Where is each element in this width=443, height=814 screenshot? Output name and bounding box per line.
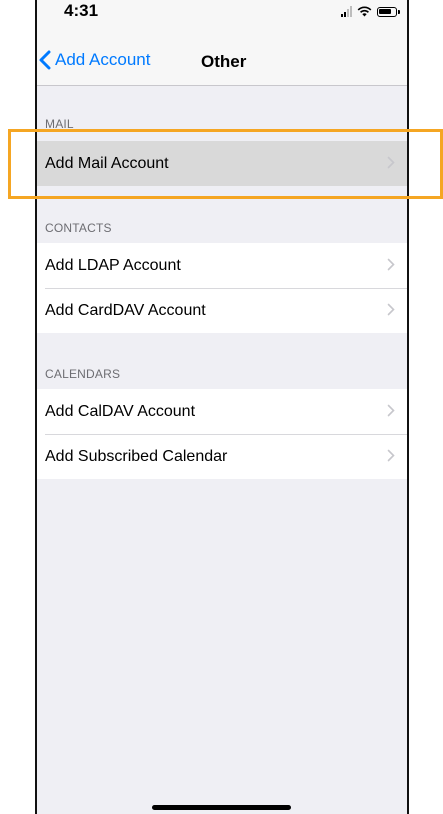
add-ldap-account-row[interactable]: Add LDAP Account — [37, 243, 407, 288]
add-mail-account-row[interactable]: Add Mail Account — [37, 141, 407, 186]
row-label: Add CalDAV Account — [45, 402, 196, 420]
row-label: Add CardDAV Account — [45, 301, 206, 319]
add-subscribed-calendar-row[interactable]: Add Subscribed Calendar — [37, 434, 407, 479]
chevron-left-icon — [39, 50, 51, 70]
row-label: Add Mail Account — [45, 154, 169, 172]
navigation-bar: Add Account Other — [37, 30, 407, 86]
mail-group: Add Mail Account — [37, 141, 407, 186]
status-bar: 4:31 — [37, 0, 407, 30]
phone-screen: 4:31 Add Account Other MAIL Add Mail Acc… — [35, 0, 409, 814]
row-label: Add Subscribed Calendar — [45, 447, 228, 465]
battery-icon — [377, 6, 400, 17]
wifi-icon — [357, 6, 372, 17]
chevron-right-icon — [387, 303, 395, 316]
add-carddav-account-row[interactable]: Add CardDAV Account — [37, 288, 407, 333]
signal-icon — [341, 6, 352, 17]
page-title: Other — [201, 52, 247, 71]
home-indicator[interactable] — [152, 805, 291, 810]
section-header-calendars: CALENDARS — [45, 367, 121, 381]
back-label: Add Account — [55, 50, 151, 69]
chevron-right-icon — [387, 258, 395, 271]
section-header-mail: MAIL — [45, 117, 74, 131]
chevron-right-icon — [387, 449, 395, 462]
add-caldav-account-row[interactable]: Add CalDAV Account — [37, 389, 407, 434]
chevron-right-icon — [387, 404, 395, 417]
status-icons — [341, 6, 400, 17]
status-time: 4:31 — [64, 1, 99, 20]
calendars-group: Add CalDAV Account Add Subscribed Calend… — [37, 389, 407, 479]
contacts-group: Add LDAP Account Add CardDAV Account — [37, 243, 407, 333]
row-label: Add LDAP Account — [45, 256, 181, 274]
section-header-contacts: CONTACTS — [45, 221, 112, 235]
back-button[interactable]: Add Account — [39, 50, 150, 70]
chevron-right-icon — [387, 156, 395, 169]
